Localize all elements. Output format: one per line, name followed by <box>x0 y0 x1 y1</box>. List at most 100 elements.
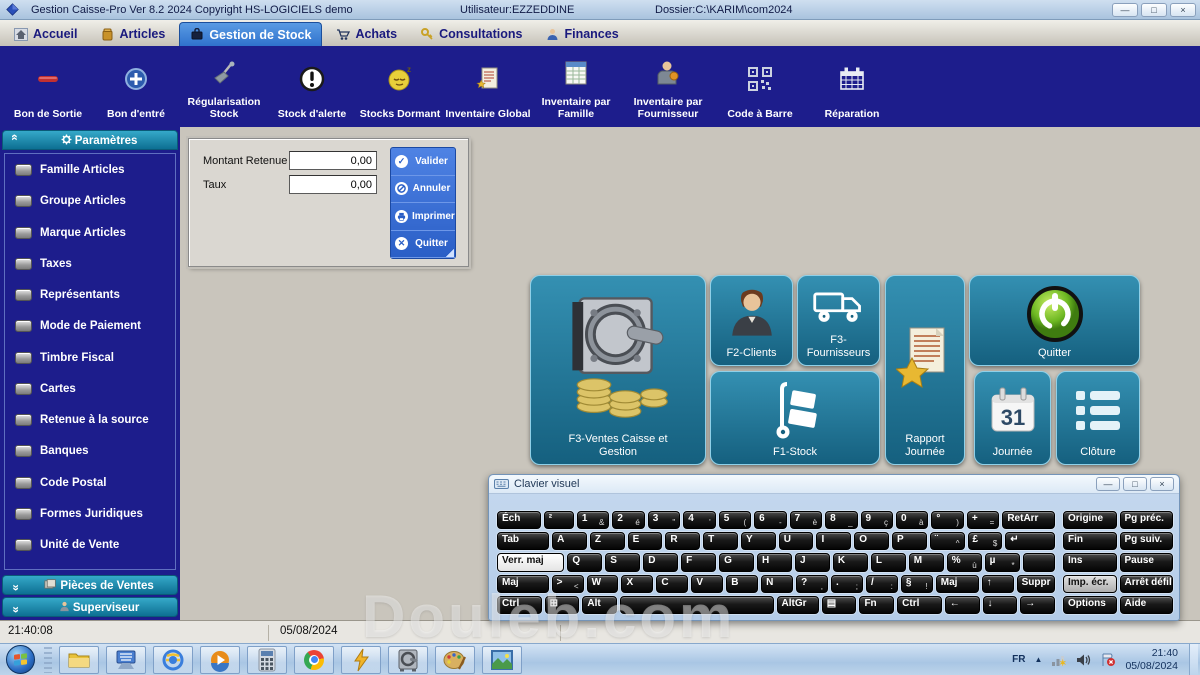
key-imp-cr[interactable]: Imp. écr. <box>1063 575 1117 593</box>
key-blank[interactable]: ¨^ <box>930 532 965 550</box>
key-blank[interactable]: ⊞ <box>545 596 580 614</box>
key-aide[interactable]: Aide <box>1120 596 1174 614</box>
key-altgr[interactable]: AltGr <box>777 596 819 614</box>
key-pause[interactable]: Pause <box>1120 553 1174 571</box>
start-button[interactable] <box>6 645 35 674</box>
key-2[interactable]: 2é <box>612 511 644 529</box>
tile-stock[interactable]: F1-Stock <box>710 371 880 465</box>
key-z[interactable]: Z <box>590 532 625 550</box>
key-verr-maj[interactable]: Verr. maj <box>497 553 564 571</box>
tile-clients[interactable]: F2-Clients <box>710 275 793 366</box>
key-b[interactable]: B <box>726 575 758 593</box>
sidebar-item-groupe-articles[interactable]: Groupe Articles <box>5 195 175 207</box>
sidebar-header-superviseur[interactable]: « Superviseur <box>2 597 178 617</box>
key-blank[interactable]: → <box>1020 596 1055 614</box>
maximize-button[interactable]: □ <box>1123 477 1147 491</box>
annuler-button[interactable]: Annuler <box>391 176 455 204</box>
key-fin[interactable]: Fin <box>1063 532 1117 550</box>
key-p[interactable]: P <box>892 532 927 550</box>
close-button[interactable]: × <box>1150 477 1174 491</box>
sidebar-item-taxes[interactable]: Taxes <box>5 258 175 270</box>
sidebar-item-repr-sentants[interactable]: Représentants <box>5 289 175 301</box>
key-blank[interactable]: ↑ <box>982 575 1014 593</box>
key-space[interactable] <box>620 596 773 614</box>
key-c[interactable]: C <box>656 575 688 593</box>
tab-consultations[interactable]: Consultations <box>411 22 532 46</box>
key-g[interactable]: G <box>719 553 754 571</box>
tile-quitter[interactable]: Quitter <box>969 275 1140 366</box>
restore-button[interactable]: □ <box>1141 3 1167 17</box>
network-icon[interactable]: ✶ <box>1051 653 1067 667</box>
sidebar-item-unit-de-vente[interactable]: Unité de Vente <box>5 539 175 551</box>
taskbar-media-player[interactable] <box>200 646 240 674</box>
key-blank[interactable]: µ* <box>985 553 1020 571</box>
keyboard-title-bar[interactable]: Clavier visuel — □ × <box>489 475 1179 494</box>
action-center-flag-icon[interactable] <box>1100 653 1116 667</box>
key-blank[interactable]: ² <box>544 511 574 529</box>
key-ctrl[interactable]: Ctrl <box>497 596 542 614</box>
tray-expand-icon[interactable]: ▲ <box>1035 655 1043 664</box>
toolbar-code-a-barre[interactable]: Code à Barre <box>716 50 804 125</box>
sidebar-item-code-postal[interactable]: Code Postal <box>5 477 175 489</box>
key-m[interactable]: M <box>909 553 944 571</box>
key-6[interactable]: 6- <box>754 511 786 529</box>
key-e[interactable]: E <box>628 532 663 550</box>
resize-grip[interactable] <box>446 249 454 257</box>
key-1[interactable]: 1& <box>577 511 609 529</box>
sidebar-item-cartes[interactable]: Cartes <box>5 383 175 395</box>
taskbar-caisse-app[interactable] <box>388 646 428 674</box>
key-blank[interactable] <box>1023 553 1055 571</box>
close-button[interactable]: × <box>1170 3 1196 17</box>
taskbar-osk[interactable] <box>106 646 146 674</box>
taskbar-explorer[interactable] <box>59 646 99 674</box>
montant-input[interactable] <box>289 151 377 170</box>
key-retarr[interactable]: RetArr <box>1002 511 1055 529</box>
key-n[interactable]: N <box>761 575 793 593</box>
key-suppr[interactable]: Suppr <box>1017 575 1055 593</box>
key-options[interactable]: Options <box>1063 596 1117 614</box>
key-blank[interactable]: °) <box>931 511 963 529</box>
sidebar-header-parametres[interactable]: « Paramètres <box>2 130 178 150</box>
sidebar-item-famille-articles[interactable]: Famille Articles <box>5 164 175 176</box>
taskbar-paint[interactable] <box>435 646 475 674</box>
toolbar-inventaire-fournisseur[interactable]: Inventaire par Fournisseur <box>620 50 716 125</box>
tile-fournisseurs[interactable]: F3-Fournisseurs <box>797 275 880 366</box>
toolbar-reparation[interactable]: Réparation <box>804 50 900 125</box>
toolbar-stocks-dormant[interactable]: z Stocks Dormant <box>356 50 444 125</box>
key-pg-suiv[interactable]: Pg suiv. <box>1120 532 1174 550</box>
tile-journee[interactable]: 31 Journée <box>974 371 1051 465</box>
sidebar-item-formes-juridiques[interactable]: Formes Juridiques <box>5 508 175 520</box>
toolbar-regularisation-stock[interactable]: Régularisation Stock <box>180 50 268 125</box>
key-3[interactable]: 3" <box>648 511 680 529</box>
key-blank[interactable]: ?, <box>796 575 828 593</box>
taskbar-pen-tool[interactable] <box>341 646 381 674</box>
key-alt[interactable]: Alt <box>582 596 617 614</box>
tray-language[interactable]: FR <box>1012 654 1025 665</box>
key-blank[interactable]: £$ <box>968 532 1003 550</box>
key-r[interactable]: R <box>665 532 700 550</box>
key-8[interactable]: 8_ <box>825 511 857 529</box>
key-k[interactable]: K <box>833 553 868 571</box>
key-d[interactable]: D <box>643 553 678 571</box>
sidebar-item-retenue-la-source[interactable]: Retenue à la source <box>5 414 175 426</box>
taskbar-calculator[interactable] <box>247 646 287 674</box>
sidebar-header-pieces-de-ventes[interactable]: « Pièces de Ventes <box>2 575 178 595</box>
key-5[interactable]: 5( <box>719 511 751 529</box>
tile-ventes-caisse[interactable]: F3-Ventes Caisse et Gestion <box>530 275 706 465</box>
sidebar-item-mode-de-paiement[interactable]: Mode de Paiement <box>5 320 175 332</box>
key-blank[interactable]: += <box>967 511 999 529</box>
key-w[interactable]: W <box>587 575 619 593</box>
key-h[interactable]: H <box>757 553 792 571</box>
key-blank[interactable]: ▤ <box>822 596 857 614</box>
tray-clock[interactable]: 21:40 05/08/2024 <box>1125 647 1178 672</box>
taux-input[interactable] <box>289 175 377 194</box>
key-x[interactable]: X <box>621 575 653 593</box>
key-blank[interactable]: ↓ <box>983 596 1018 614</box>
taskbar-ie[interactable] <box>153 646 193 674</box>
key-pg-pr-c[interactable]: Pg préc. <box>1120 511 1174 529</box>
key-f[interactable]: F <box>681 553 716 571</box>
volume-icon[interactable] <box>1076 653 1091 667</box>
toolbar-inventaire-global[interactable]: Inventaire Global <box>444 50 532 125</box>
toolbar-inventaire-famille[interactable]: Inventaire par Famille <box>532 50 620 125</box>
taskbar-chrome[interactable] <box>294 646 334 674</box>
